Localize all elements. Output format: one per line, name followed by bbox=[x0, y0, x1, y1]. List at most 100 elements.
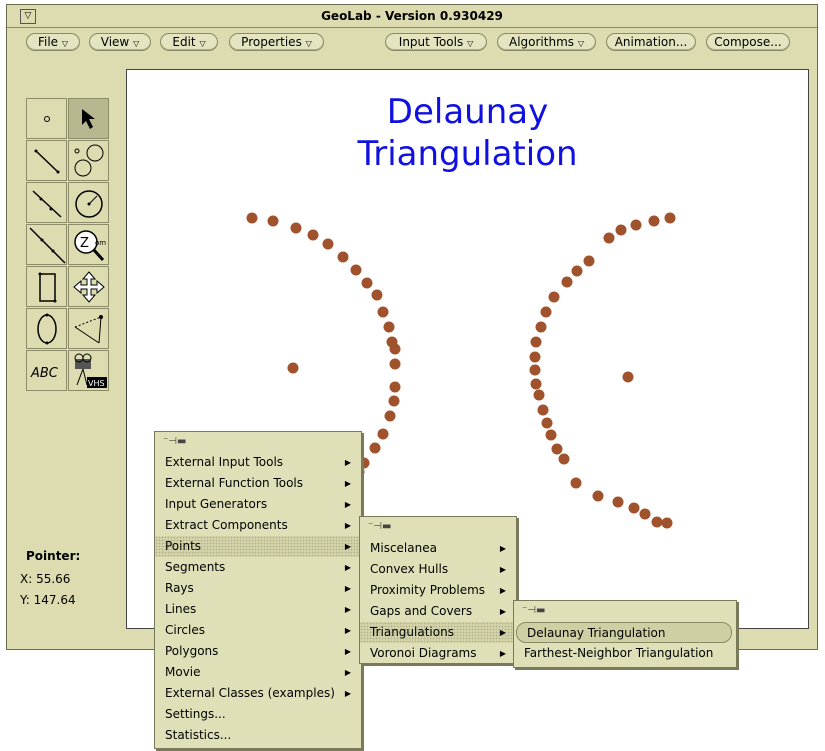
point[interactable] bbox=[246, 212, 258, 224]
move-tool[interactable] bbox=[68, 266, 109, 307]
circles-tool[interactable] bbox=[68, 140, 109, 181]
menu1-item[interactable]: Rays ▶ bbox=[155, 578, 361, 599]
point[interactable] bbox=[551, 443, 563, 455]
circle-tool[interactable] bbox=[68, 182, 109, 223]
point[interactable] bbox=[377, 306, 389, 318]
point[interactable] bbox=[651, 516, 663, 528]
point[interactable] bbox=[622, 371, 634, 383]
menu-properties[interactable]: Properties ▽ bbox=[229, 33, 324, 51]
point[interactable] bbox=[639, 508, 651, 520]
menu1-item[interactable]: Polygons ▶ bbox=[155, 641, 361, 662]
point[interactable] bbox=[369, 442, 381, 454]
menu3-item[interactable]: Delaunay Triangulation bbox=[516, 622, 732, 643]
menu-edit[interactable]: Edit ▽ bbox=[160, 33, 218, 51]
point[interactable] bbox=[384, 410, 396, 422]
menu1-item[interactable]: Extract Components ▶ bbox=[155, 515, 361, 536]
compose-button[interactable]: Compose... bbox=[706, 33, 790, 51]
point[interactable] bbox=[350, 264, 362, 276]
zoom-tool[interactable]: Zom bbox=[68, 224, 109, 265]
video-recorder-tool[interactable]: VHS bbox=[68, 350, 109, 391]
menu2-item[interactable]: Convex Hulls ▶ bbox=[360, 559, 516, 580]
menu2-item[interactable]: Triangulations ▶ bbox=[360, 622, 516, 643]
point[interactable] bbox=[337, 251, 349, 263]
menu1-item[interactable]: Points ▶ bbox=[155, 536, 361, 557]
angle-tool[interactable] bbox=[68, 308, 109, 349]
point[interactable] bbox=[571, 265, 583, 277]
point[interactable] bbox=[583, 255, 595, 267]
point[interactable] bbox=[530, 336, 542, 348]
pin-icon[interactable]: ⁻⊣▬ bbox=[368, 521, 391, 532]
animation-button[interactable]: Animation... bbox=[606, 33, 696, 51]
rectangle-tool[interactable] bbox=[26, 266, 67, 307]
point[interactable] bbox=[535, 321, 547, 333]
input-tools-menu: ⁻⊣▬ External Input Tools ▶ External Functi… bbox=[154, 431, 362, 749]
point[interactable] bbox=[529, 364, 541, 376]
point[interactable] bbox=[389, 358, 401, 370]
menu1-item[interactable]: Lines ▶ bbox=[155, 599, 361, 620]
point[interactable] bbox=[570, 477, 582, 489]
menu2-item[interactable]: Gaps and Covers ▶ bbox=[360, 601, 516, 622]
point[interactable] bbox=[322, 238, 334, 250]
point[interactable] bbox=[267, 215, 279, 227]
ray-tool[interactable] bbox=[26, 182, 67, 223]
point[interactable] bbox=[530, 378, 542, 390]
menu2-item[interactable]: Miscelanea ▶ bbox=[360, 538, 516, 559]
move-arrows-icon bbox=[73, 271, 105, 303]
menu-item-label: Lines bbox=[165, 602, 197, 616]
menu1-item[interactable]: Input Generators ▶ bbox=[155, 494, 361, 515]
point[interactable] bbox=[615, 224, 627, 236]
point[interactable] bbox=[389, 381, 401, 393]
pin-icon[interactable]: ⁻⊣▬ bbox=[163, 436, 186, 447]
point[interactable] bbox=[558, 453, 570, 465]
point[interactable] bbox=[664, 212, 676, 224]
point-tool[interactable] bbox=[26, 98, 67, 139]
select-arrow-tool[interactable] bbox=[68, 98, 109, 139]
point[interactable] bbox=[290, 222, 302, 234]
point[interactable] bbox=[361, 277, 373, 289]
menu-item-label: Input Generators bbox=[165, 497, 268, 511]
menu1-item[interactable]: Segments ▶ bbox=[155, 557, 361, 578]
menu-view[interactable]: View ▽ bbox=[89, 33, 151, 51]
point[interactable] bbox=[592, 490, 604, 502]
point[interactable] bbox=[548, 291, 560, 303]
segment-tool[interactable] bbox=[26, 140, 67, 181]
menu1-item[interactable]: Movie ▶ bbox=[155, 662, 361, 683]
point[interactable] bbox=[371, 289, 383, 301]
menu1-item[interactable]: External Input Tools ▶ bbox=[155, 452, 361, 473]
point[interactable] bbox=[628, 502, 640, 514]
point[interactable] bbox=[533, 389, 545, 401]
menu3-item[interactable]: Farthest-Neighbor Triangulation bbox=[514, 643, 736, 664]
menu2-item[interactable]: Voronoi Diagrams ▶ bbox=[360, 643, 516, 664]
menu2-item[interactable]: Proximity Problems ▶ bbox=[360, 580, 516, 601]
point[interactable] bbox=[561, 276, 573, 288]
point[interactable] bbox=[537, 404, 549, 416]
point[interactable] bbox=[388, 395, 400, 407]
point[interactable] bbox=[307, 229, 319, 241]
menu1-item[interactable]: External Function Tools ▶ bbox=[155, 473, 361, 494]
point[interactable] bbox=[529, 351, 541, 363]
point[interactable] bbox=[540, 306, 552, 318]
point[interactable] bbox=[389, 343, 401, 355]
point[interactable] bbox=[661, 517, 673, 529]
menu-item-label: Gaps and Covers bbox=[370, 604, 473, 618]
point[interactable] bbox=[612, 496, 624, 508]
ellipse-tool[interactable] bbox=[26, 308, 67, 349]
menu1-item[interactable]: Circles ▶ bbox=[155, 620, 361, 641]
menu1-item[interactable]: Settings... bbox=[155, 704, 361, 725]
point[interactable] bbox=[545, 429, 557, 441]
menu-algorithms[interactable]: Algorithms ▽ bbox=[497, 33, 596, 51]
pin-icon[interactable]: ⁻⊣▬ bbox=[522, 605, 545, 616]
text-tool[interactable]: ABC bbox=[26, 350, 67, 391]
point[interactable] bbox=[287, 362, 299, 374]
point[interactable] bbox=[630, 219, 642, 231]
point[interactable] bbox=[383, 321, 395, 333]
menu-input-tools[interactable]: Input Tools ▽ bbox=[385, 33, 487, 51]
menu1-item[interactable]: Statistics... bbox=[155, 725, 361, 746]
point[interactable] bbox=[541, 417, 553, 429]
point[interactable] bbox=[377, 428, 389, 440]
line-tool[interactable] bbox=[26, 224, 67, 265]
point[interactable] bbox=[603, 232, 615, 244]
point[interactable] bbox=[648, 215, 660, 227]
menu-file[interactable]: File ▽ bbox=[26, 33, 80, 51]
menu1-item[interactable]: External Classes (examples) ▶ bbox=[155, 683, 361, 704]
